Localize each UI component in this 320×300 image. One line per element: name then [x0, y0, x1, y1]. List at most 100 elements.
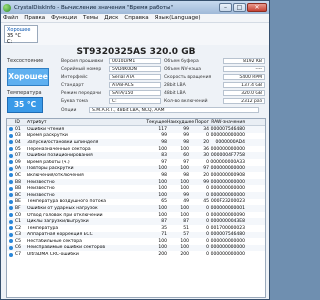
- attr-id: B8: [15, 179, 21, 185]
- attr-current: 97: [161, 159, 167, 165]
- minimize-button[interactable]: –: [219, 3, 232, 12]
- attr-name: Отвод головок при отключении: [27, 212, 103, 218]
- attr-name: Время работы (ч.): [27, 159, 70, 165]
- attr-worst: 99: [183, 133, 189, 139]
- status-dot-icon: [9, 153, 13, 158]
- attr-threshold: 0: [206, 245, 209, 251]
- attr-current: 98: [161, 139, 167, 145]
- attr-current: 100: [158, 186, 167, 192]
- lba48-label: 48bit LBA: [164, 91, 186, 96]
- col-raw[interactable]: RAW-значения: [209, 120, 247, 125]
- attr-id: C7: [15, 252, 22, 258]
- attr-id: 09: [15, 159, 21, 165]
- table-row[interactable]: BB Неизвестно 100 100 0 000000000000: [7, 185, 265, 192]
- attr-raw: 0000000043E8: [210, 219, 245, 225]
- standard-value: ATA8-ACS: [109, 82, 161, 88]
- maximize-button[interactable]: □: [233, 3, 246, 12]
- attr-worst: 51: [183, 225, 189, 231]
- transfer-mode-label: Режим передачи: [61, 91, 102, 96]
- table-row[interactable]: 07 Ошибки позиционирования 83 60 30 0000004F7…: [7, 152, 265, 159]
- table-row[interactable]: 01 Ошибки чтения 117 99 34 000007546480: [7, 126, 265, 133]
- table-row[interactable]: 05 Переназначенные сектора 100 100 36 0000000…: [7, 146, 265, 153]
- attr-worst: 98: [183, 139, 189, 145]
- serial-value: 5VD4K0DN: [109, 66, 161, 72]
- lba28-value: 137.4 GB: [223, 82, 265, 88]
- status-dot-icon: [9, 193, 13, 198]
- smart-attributes-table[interactable]: ID Атрибут Текущее Наихудшее Порог RAW-з…: [6, 118, 266, 298]
- col-threshold[interactable]: Порог: [189, 120, 209, 125]
- attr-worst: 97: [183, 159, 189, 165]
- attr-threshold: 0: [206, 232, 209, 238]
- status-dot-icon: [7, 239, 15, 244]
- col-current[interactable]: Текущее: [145, 120, 167, 125]
- health-label: Техсостояние: [7, 58, 44, 64]
- attr-id: 0C: [15, 172, 22, 178]
- attr-current: 100: [158, 192, 167, 198]
- status-dot-icon: [7, 219, 15, 224]
- nv-cache-value: ----: [223, 66, 265, 72]
- attr-threshold: 99: [203, 179, 209, 185]
- menu-edit[interactable]: Правка: [24, 15, 45, 21]
- attr-raw: 001700000023: [210, 225, 245, 231]
- attr-id: C1: [15, 219, 22, 225]
- status-dot-icon: [7, 193, 15, 198]
- table-row[interactable]: 04 Запуски/остановки шпинделя 98 98 20 000000…: [7, 139, 265, 146]
- table-row[interactable]: 09 Время работы (ч.) 97 97 0 000000000A33: [7, 159, 265, 166]
- attr-threshold: 20: [203, 139, 209, 145]
- status-dot-icon: [7, 160, 15, 165]
- table-row[interactable]: C3 Аппаратная коррекция ECC 71 57 0 000007546…: [7, 231, 265, 239]
- table-row[interactable]: C6 Неисправимые ошибки секторов 100 100 0 000…: [7, 244, 265, 252]
- status-dot-icon: [9, 186, 13, 191]
- health-status-badge[interactable]: Хорошее: [7, 68, 49, 86]
- attr-raw: 0000000AD4: [215, 139, 245, 145]
- menu-functions[interactable]: Функции: [51, 15, 77, 21]
- table-row[interactable]: C1 Циклы загрузки/выгрузки 87 87 0 0000000043…: [7, 218, 265, 225]
- menu-themes[interactable]: Темы: [83, 15, 98, 21]
- attr-name: Переназначенные сектора: [27, 146, 91, 152]
- attr-raw: 000000000000: [210, 146, 245, 152]
- status-dot-icon: [7, 140, 15, 145]
- attr-current: 100: [158, 166, 167, 172]
- status-dot-icon: [9, 226, 13, 231]
- attr-raw: 000000000908: [210, 172, 245, 178]
- table-row[interactable]: BE Температура воздушного потока 65 49 45 000…: [7, 199, 265, 206]
- title-bar[interactable]: CrystalDiskInfo - Вычисление значения "В…: [1, 1, 269, 14]
- table-row[interactable]: BF Ошибки от ударных нагрузок 100 100 0 00000…: [7, 205, 265, 212]
- attr-worst: 100: [180, 212, 189, 218]
- status-dot-icon: [9, 206, 13, 211]
- temperature-badge[interactable]: 35 °C: [7, 97, 43, 113]
- table-row[interactable]: 03 Время раскрутки 99 99 0 000000000000: [7, 133, 265, 140]
- status-dot-icon: [7, 213, 15, 218]
- status-dot-icon: [7, 147, 15, 152]
- interface-value: Serial ATA: [109, 74, 161, 80]
- attr-raw: 000000000000: [210, 186, 245, 192]
- table-header: ID Атрибут Текущее Наихудшее Порог RAW-з…: [7, 119, 265, 126]
- attr-worst: 100: [180, 245, 189, 251]
- attr-raw: 000000000A33: [210, 159, 245, 165]
- drive-button[interactable]: Хорошее 35 °C C:: [4, 25, 38, 45]
- close-button[interactable]: ✕: [247, 3, 267, 12]
- status-dot-icon: [9, 213, 13, 218]
- status-dot-icon: [9, 199, 13, 204]
- table-row[interactable]: 0A Повторы раскрутки 100 100 97 000000000000: [7, 165, 265, 173]
- menu-language[interactable]: Язык(Language): [155, 15, 201, 21]
- col-worst[interactable]: Наихудшее: [167, 120, 194, 125]
- col-attribute[interactable]: Атрибут: [27, 120, 145, 125]
- table-row[interactable]: BC Неизвестно 100 99 0 000000000000: [7, 191, 265, 199]
- table-row[interactable]: C0 Отвод головок при отключении 100 100 0 000…: [7, 212, 265, 219]
- menu-disk[interactable]: Диск: [104, 15, 118, 21]
- table-row[interactable]: B8 Неизвестно 100 100 99 000000000000: [7, 178, 265, 186]
- attr-threshold: 0: [206, 205, 209, 211]
- table-row[interactable]: C2 Температура 35 51 0 001700000023: [7, 225, 265, 232]
- table-row[interactable]: C5 Нестабильные сектора 100 100 0 00000000000…: [7, 238, 265, 245]
- table-row[interactable]: 0C Включения/отключения 98 98 20 000000000908: [7, 172, 265, 179]
- attr-threshold: 97: [203, 166, 209, 172]
- table-row[interactable]: C7 UltraDMA CRC-ошибки 200 200 0 000000000000: [7, 251, 265, 258]
- interface-label: Интерфейс: [61, 75, 88, 80]
- menu-file[interactable]: Файл: [3, 15, 18, 21]
- col-id[interactable]: ID: [15, 120, 27, 125]
- attr-threshold: 0: [206, 186, 209, 192]
- menu-help[interactable]: Справка: [124, 15, 148, 21]
- status-dot-icon: [7, 252, 15, 257]
- attr-name: Запуски/остановки шпинделя: [27, 139, 99, 145]
